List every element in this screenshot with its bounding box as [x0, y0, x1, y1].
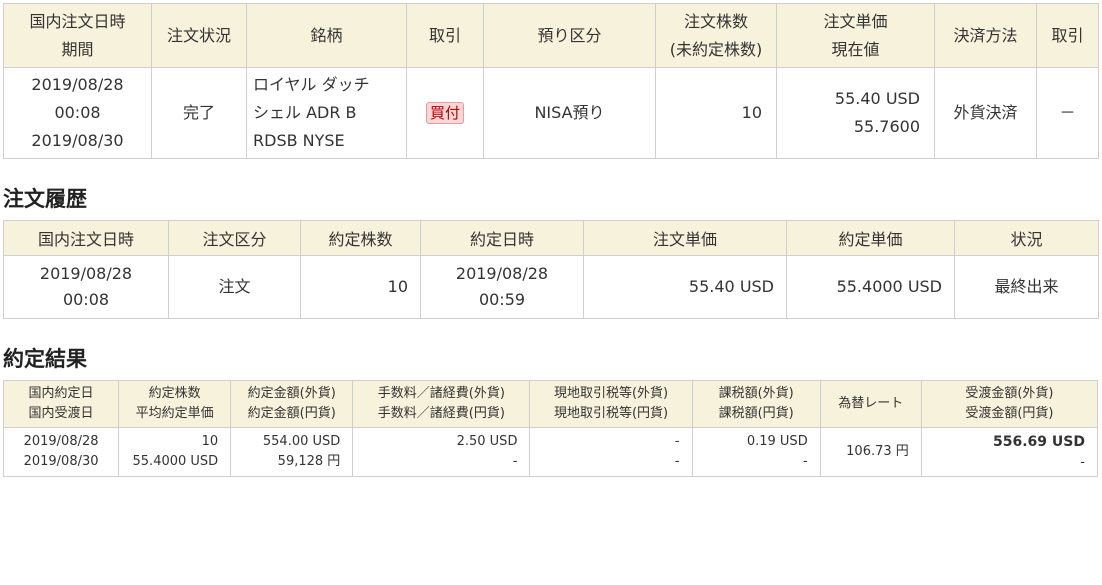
order-header-row: 国内注文日時 期間 注文状況 銘柄 取引 預り区分 注文株数 (未約定株数) 注文単…: [3, 3, 1099, 68]
result-row: 2019/08/28 2019/08/30 10 55.4000 USD 554.0…: [2, 427, 1099, 477]
header-order-datetime: 国内注文日時 期間: [3, 3, 152, 68]
order-price-cell: 55.40 USD 55.7600: [776, 67, 935, 159]
header-result-dates: 国内約定日 国内受渡日: [2, 380, 120, 428]
result-amount-cell: 554.00 USD 59,128 円: [230, 427, 354, 477]
history-exec-datetime-cell: 2019/08/28 00:59: [420, 255, 584, 319]
header-order-price: 注文単価 現在値: [776, 3, 935, 68]
account-cell: NISA預り: [483, 67, 656, 159]
header-result-amount: 約定金額(外貨) 約定金額(円貨): [230, 380, 354, 428]
result-dates-cell: 2019/08/28 2019/08/30: [2, 427, 120, 477]
history-order-price-cell: 55.40 USD: [583, 255, 787, 319]
history-order-datetime-cell: 2019/08/28 00:08: [3, 255, 169, 319]
header-result-local-tax: 現地取引税等(外貨) 現地取引税等(円貨): [529, 380, 693, 428]
header-history-order-type: 注文区分: [168, 220, 301, 256]
header-cancel: 取引: [1036, 3, 1099, 68]
history-order-type-cell: 注文: [168, 255, 301, 319]
result-qty-cell: 10 55.4000 USD: [118, 427, 232, 477]
result-local-tax-cell: --: [529, 427, 693, 477]
history-status-cell: 最終出来: [954, 255, 1099, 319]
history-exec-price-cell: 55.4000 USD: [786, 255, 955, 319]
cancel-cell: －: [1036, 67, 1099, 159]
settlement-cell: 外貨決済: [934, 67, 1037, 159]
header-stock: 銘柄: [246, 3, 407, 68]
header-history-exec-datetime: 約定日時: [420, 220, 584, 256]
order-history-table: 国内注文日時 注文区分 約定株数 約定日時 注文単価 約定単価 状況 2019/…: [3, 220, 1099, 319]
header-history-exec-qty: 約定株数: [300, 220, 421, 256]
header-history-status: 状況: [954, 220, 1099, 256]
header-result-delivery: 受渡金額(外貨) 受渡金額(円貨): [920, 380, 1099, 428]
header-history-exec-price: 約定単価: [786, 220, 955, 256]
trade-cell: 買付: [406, 67, 484, 159]
result-tax-cell: 0.19 USD -: [691, 427, 821, 477]
execution-result-title: 約定結果: [3, 347, 87, 371]
order-row: 2019/08/28 00:08 2019/08/30 完了 ロイヤル ダッチ シェル…: [3, 67, 1099, 159]
result-fx-rate-cell: 106.73 円: [819, 427, 922, 477]
header-history-order-datetime: 国内注文日時: [3, 220, 169, 256]
header-history-order-price: 注文単価: [583, 220, 787, 256]
buy-badge: 買付: [425, 102, 464, 124]
order-qty-cell: 10: [655, 67, 777, 159]
header-result-fx-rate: 為替レート: [819, 380, 922, 428]
result-fee-cell: 2.50 USD -: [352, 427, 531, 477]
header-result-tax: 課税額(外貨) 課税額(円貨): [691, 380, 821, 428]
order-datetime-cell: 2019/08/28 00:08 2019/08/30: [3, 67, 152, 159]
result-delivery-cell: 556.69 USD -: [920, 427, 1099, 477]
history-header-row: 国内注文日時 注文区分 約定株数 約定日時 注文単価 約定単価 状況: [3, 220, 1099, 256]
header-result-qty: 約定株数 平均約定単価: [118, 380, 232, 428]
history-row: 2019/08/28 00:08 注文 10 2019/08/28 00:59 55…: [3, 255, 1099, 319]
order-summary-table: 国内注文日時 期間 注文状況 銘柄 取引 預り区分 注文株数 (未約定株数) 注文単…: [3, 3, 1099, 159]
header-trade: 取引: [406, 3, 484, 68]
header-settlement: 決済方法: [934, 3, 1037, 68]
header-result-fee: 手数料／諸経費(外貨) 手数料／諸経費(円貨): [352, 380, 531, 428]
execution-result-table: 国内約定日 国内受渡日 約定株数 平均約定単価 約定金額(外貨) 約定金額(円貨) 手…: [2, 380, 1099, 477]
header-order-qty: 注文株数 (未約定株数): [655, 3, 777, 68]
order-history-title: 注文履歴: [3, 187, 87, 211]
history-exec-qty-cell: 10: [300, 255, 421, 319]
header-order-status: 注文状況: [151, 3, 247, 68]
header-account-type: 預り区分: [483, 3, 656, 68]
stock-cell[interactable]: ロイヤル ダッチ シェル ADR B RDSB NYSE: [246, 67, 407, 159]
result-header-row: 国内約定日 国内受渡日 約定株数 平均約定単価 約定金額(外貨) 約定金額(円貨) 手…: [2, 380, 1099, 428]
order-status-cell: 完了: [151, 67, 247, 159]
